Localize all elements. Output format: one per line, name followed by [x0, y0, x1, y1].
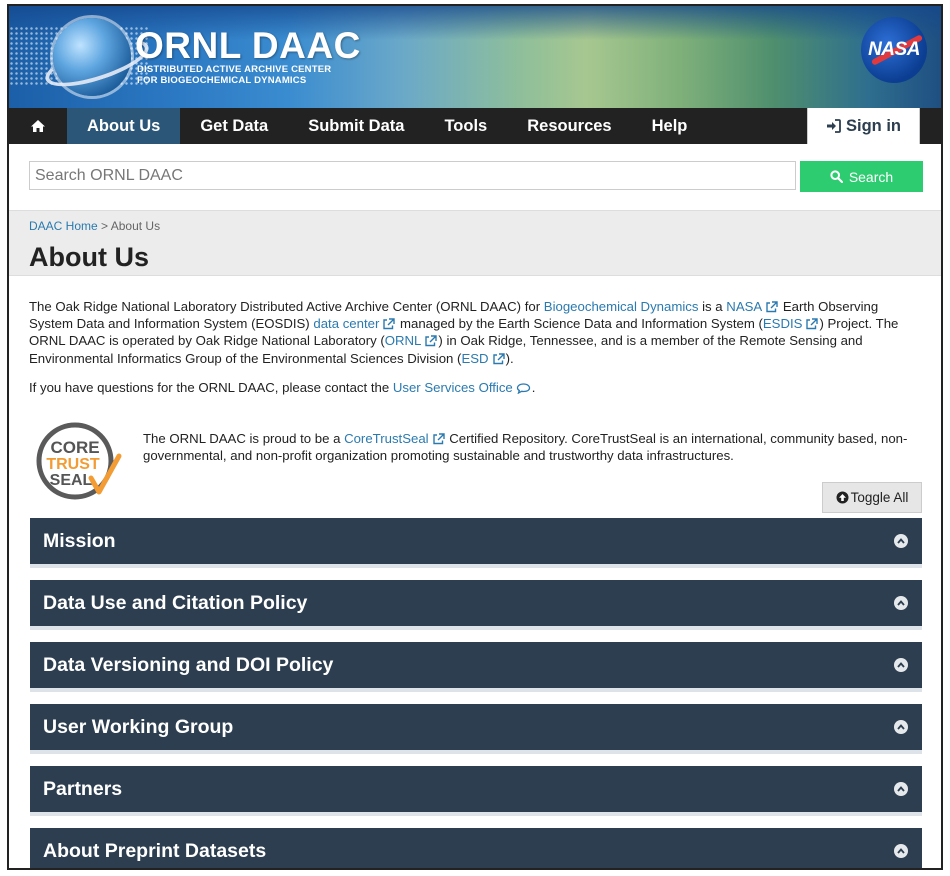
page-title: About Us — [29, 242, 149, 272]
biogeochemical-dynamics-link[interactable]: Biogeochemical Dynamics — [544, 299, 699, 314]
coretrustseal-paragraph: The ORNL DAAC is proud to be a CoreTrust… — [143, 431, 908, 464]
home-icon — [31, 120, 45, 132]
nav-submit-data[interactable]: Submit Data — [288, 108, 424, 144]
external-link-icon — [766, 301, 778, 313]
nav-about-us[interactable]: About Us — [67, 108, 181, 144]
globe-logo-icon[interactable] — [53, 18, 131, 96]
chevron-up-icon — [894, 534, 908, 548]
main-content: The Oak Ridge National Laboratory Distri… — [29, 298, 924, 396]
chevron-up-icon — [894, 844, 908, 858]
user-services-office-link[interactable]: User Services Office — [393, 380, 532, 395]
esd-link[interactable]: ESD — [461, 351, 505, 366]
search-icon — [830, 170, 843, 183]
sign-in-icon — [827, 119, 841, 133]
main-navigation: About Us Get Data Submit Data Tools Reso… — [9, 108, 941, 145]
chevron-up-icon — [894, 658, 908, 672]
logo-subtitle-1: DISTRIBUTED ACTIVE ARCHIVE CENTER — [137, 64, 332, 75]
cts-logo-line-1: CORE — [50, 438, 99, 457]
logo-name: ORNL DAAC — [135, 25, 361, 66]
site-logo[interactable]: ORNL DAAC DISTRIBUTED ACTIVE ARCHIVE CEN… — [135, 25, 361, 86]
accordion-title: User Working Group — [43, 715, 234, 738]
search-bar: Search — [9, 144, 941, 212]
coretrustseal-logo[interactable]: CORE TRUST SEAL — [35, 420, 125, 502]
chevron-up-icon — [894, 596, 908, 610]
accordion-data-use-and-citation-policy[interactable]: Data Use and Citation Policy — [30, 580, 922, 630]
ornl-link[interactable]: ORNL — [385, 333, 439, 348]
cts-logo-line-3: SEAL — [50, 472, 93, 489]
accordion-list: Mission Data Use and Citation Policy Dat… — [30, 518, 922, 868]
esdis-link[interactable]: ESDIS — [763, 316, 820, 331]
nav-help[interactable]: Help — [632, 108, 708, 144]
external-link-icon — [425, 335, 438, 347]
nasa-link[interactable]: NASA — [726, 299, 779, 314]
breadcrumb-home-link[interactable]: DAAC Home — [29, 219, 98, 233]
breadcrumb-separator: > — [101, 219, 109, 233]
nav-home[interactable] — [9, 108, 67, 144]
page-frame: ORNL DAAC DISTRIBUTED ACTIVE ARCHIVE CEN… — [7, 4, 943, 870]
external-link-icon — [492, 352, 505, 364]
accordion-user-working-group[interactable]: User Working Group — [30, 704, 922, 754]
breadcrumb: DAAC Home > About Us — [29, 219, 160, 233]
search-input[interactable] — [29, 161, 796, 190]
page-header: DAAC Home > About Us About Us — [9, 210, 941, 276]
accordion-about-preprint-datasets[interactable]: About Preprint Datasets — [30, 828, 922, 868]
nav-tools[interactable]: Tools — [424, 108, 507, 144]
logo-subtitle-2: FOR BIOGEOCHEMICAL DYNAMICS — [137, 75, 307, 86]
toggle-all-label: Toggle All — [850, 490, 909, 505]
accordion-title: About Preprint Datasets — [43, 839, 267, 862]
intro-paragraph: The Oak Ridge National Laboratory Distri… — [29, 299, 899, 366]
site-header-banner: ORNL DAAC DISTRIBUTED ACTIVE ARCHIVE CEN… — [9, 6, 941, 108]
coretrustseal-link[interactable]: CoreTrustSeal — [344, 431, 446, 446]
search-button[interactable]: Search — [800, 161, 923, 192]
accordion-title: Data Use and Citation Policy — [43, 591, 308, 614]
chevron-up-icon — [894, 720, 908, 734]
nav-resources[interactable]: Resources — [507, 108, 631, 144]
nav-get-data[interactable]: Get Data — [180, 108, 288, 144]
speech-bubble-icon — [516, 383, 530, 394]
accordion-title: Data Versioning and DOI Policy — [43, 653, 334, 676]
chevron-up-icon — [894, 782, 908, 796]
external-link-icon — [432, 433, 445, 445]
external-link-icon — [383, 318, 396, 330]
accordion-data-versioning-and-doi-policy[interactable]: Data Versioning and DOI Policy — [30, 642, 922, 692]
data-center-link[interactable]: data center — [313, 316, 396, 331]
breadcrumb-current: About Us — [110, 219, 161, 233]
sign-in-button[interactable]: Sign in — [807, 108, 920, 145]
nasa-logo[interactable]: NASA — [861, 17, 927, 83]
external-link-icon — [806, 318, 819, 330]
toggle-all-button[interactable]: Toggle All — [822, 482, 922, 513]
cts-logo-line-2: TRUST — [46, 456, 100, 473]
accordion-title: Partners — [43, 777, 123, 800]
accordion-title: Mission — [43, 529, 116, 552]
search-button-label: Search — [848, 168, 894, 185]
contact-paragraph: If you have questions for the ORNL DAAC,… — [29, 379, 536, 395]
accordion-mission[interactable]: Mission — [30, 518, 922, 568]
circle-arrow-up-icon — [836, 491, 849, 504]
sign-in-label: Sign in — [846, 116, 901, 135]
accordion-partners[interactable]: Partners — [30, 766, 922, 816]
nasa-logo-text: NASA — [868, 39, 920, 60]
